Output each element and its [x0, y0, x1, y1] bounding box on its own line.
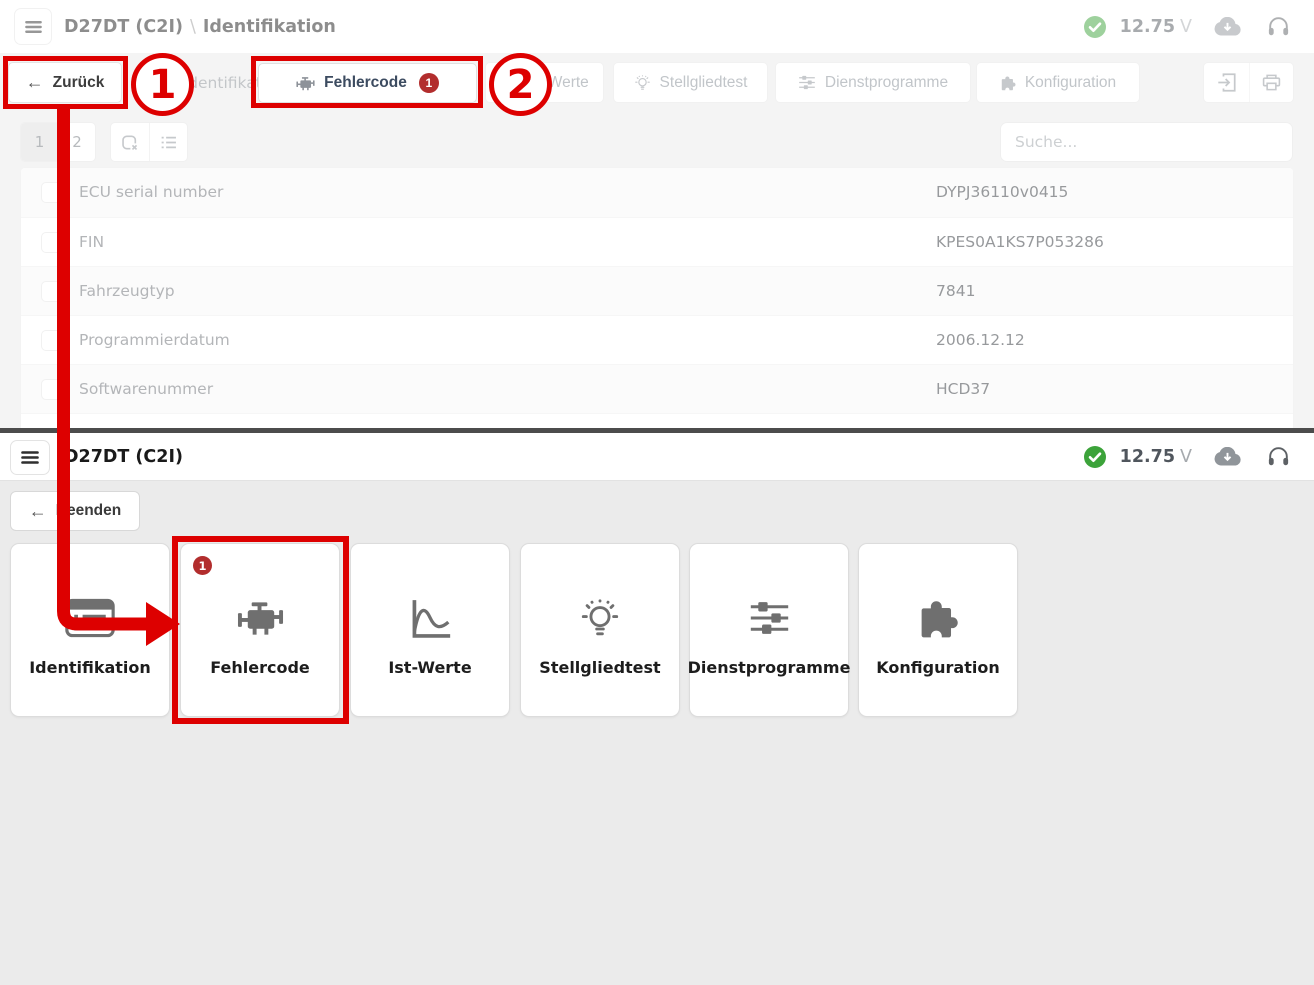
menu-button[interactable] [10, 440, 50, 475]
screen-identifikation: D27DT (C2I) \ Identifikation 12.75V Iden… [0, 0, 1314, 428]
highlight-box-zurueck [3, 56, 128, 109]
tile-identifikation[interactable]: Identifikation [10, 543, 170, 717]
hamburger-icon [20, 449, 40, 466]
step-1-marker: 1 [131, 53, 194, 116]
status-bar: 12.75V [1084, 433, 1290, 480]
tile-dienstprogramme[interactable]: Dienstprogramme [689, 543, 849, 717]
curve-chart-icon [408, 592, 452, 644]
id-card-icon [65, 592, 115, 644]
connection-ok-icon [1084, 446, 1106, 468]
puzzle-icon [917, 592, 959, 644]
tile-stellgliedtest[interactable]: Stellgliedtest [520, 543, 680, 717]
headphones-icon[interactable] [1267, 446, 1290, 467]
dim-overlay [0, 0, 1314, 428]
tile-ist-werte[interactable]: Ist-Werte [350, 543, 510, 717]
cloud-download-icon[interactable] [1214, 447, 1241, 466]
voltage-value: 12.75V [1120, 447, 1192, 467]
screenshot-divider [0, 428, 1314, 433]
exit-button[interactable]: ← Beenden [10, 491, 140, 531]
voltage-unit: V [1180, 447, 1192, 467]
back-arrow-icon: ← [29, 501, 47, 522]
step-2-marker: 2 [489, 53, 552, 116]
tile-konfiguration[interactable]: Konfiguration [858, 543, 1018, 717]
ecu-title: D27DT (C2I) [64, 433, 183, 481]
tutorial-page: D27DT (C2I) \ Identifikation 12.75V Iden… [0, 0, 1314, 985]
highlight-box-fehlercode [251, 56, 483, 108]
sliders-icon [748, 592, 791, 644]
bulb-icon [579, 592, 621, 644]
app-header: D27DT (C2I) 12.75V [0, 433, 1314, 481]
highlight-box-fehlercode-tile [172, 536, 349, 724]
